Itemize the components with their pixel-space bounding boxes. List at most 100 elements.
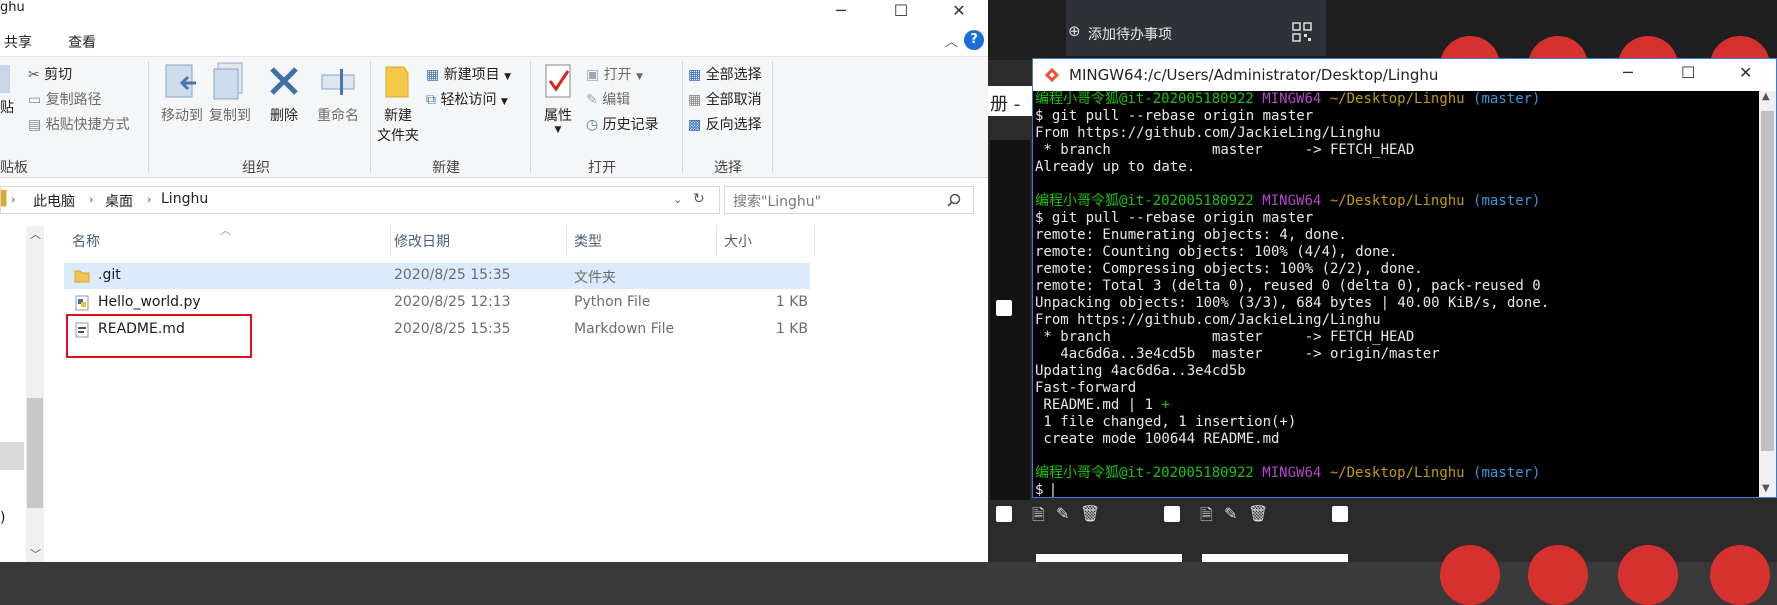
address-bar[interactable]: ▌ › 此电脑 › 桌面 › Linghu ⌄ ↻	[0, 186, 720, 214]
search-input[interactable]: 搜索"Linghu"	[733, 191, 821, 211]
group-label-clipboard: 贴板	[0, 160, 28, 176]
scroll-up-arrow-icon[interactable]: ︿	[30, 226, 41, 242]
column-divider[interactable]	[716, 226, 717, 256]
background-card	[1202, 554, 1348, 562]
nav-pane-item-fragment[interactable]: )	[0, 510, 5, 526]
column-divider[interactable]	[814, 226, 815, 256]
tab-view[interactable]: 查看	[68, 32, 96, 52]
column-date[interactable]: 修改日期	[394, 231, 450, 251]
terminal-scrollbar-thumb[interactable]	[1761, 111, 1774, 451]
add-icon[interactable]: ⊕	[1068, 22, 1081, 40]
prompt-path: ~/Desktop/Linghu	[1329, 193, 1465, 209]
properties-button[interactable]: 属性 ▼	[534, 61, 582, 135]
cut-button[interactable]: ✂ 剪切	[28, 64, 72, 84]
file-row[interactable]: .git 2020/8/25 15:35 文件夹	[64, 263, 810, 289]
terminal-line: * branch master -> FETCH_HEAD	[1035, 329, 1755, 346]
file-name[interactable]: .git	[98, 267, 121, 283]
chevron-down-icon[interactable]: ⌄	[673, 193, 682, 206]
terminal-text: 4ac6d6a..3e4cd5b master -> origin/master	[1035, 346, 1440, 362]
document-icon[interactable]: 🗎	[1200, 504, 1213, 531]
invert-selection-button[interactable]: ▩ 反向选择	[688, 114, 762, 134]
minimize-button[interactable]: ─	[1623, 63, 1633, 82]
breadcrumb-desktop[interactable]: 桌面	[105, 191, 133, 211]
scroll-down-arrow-icon[interactable]: ▼	[1762, 483, 1770, 494]
close-button[interactable]: ✕	[936, 0, 982, 26]
search-box[interactable]: 搜索"Linghu"	[724, 186, 974, 214]
maximize-button[interactable]: ☐	[1681, 63, 1695, 82]
column-headers: ︿ 名称 修改日期 类型 大小	[62, 224, 818, 256]
terminal-line: 编程小哥令狐@it-202005180922 MINGW64 ~/Desktop…	[1035, 193, 1755, 210]
breadcrumb-this-pc[interactable]: 此电脑	[33, 191, 75, 211]
prompt-env: MINGW64	[1262, 91, 1322, 107]
chevron-right-icon: ›	[11, 193, 16, 206]
select-all-button[interactable]: ▦ 全部选择	[688, 64, 762, 84]
maximize-button[interactable]: ☐	[878, 0, 924, 26]
chevron-right-icon: ›	[147, 193, 152, 206]
search-icon[interactable]	[947, 193, 961, 207]
terminal-line: create mode 100644 README.md	[1035, 431, 1755, 448]
column-size[interactable]: 大小	[724, 231, 752, 251]
refresh-icon[interactable]: ↻	[693, 191, 705, 207]
terminal-text: remote: Enumerating objects: 4, done.	[1035, 227, 1347, 243]
nav-pane-scrollbar[interactable]	[26, 226, 44, 562]
file-name[interactable]: Hello_world.py	[98, 294, 201, 310]
column-divider[interactable]	[390, 226, 391, 256]
terminal-line: Already up to date.	[1035, 159, 1755, 176]
copy-path-button[interactable]: ▭ 复制路径	[28, 89, 102, 109]
divider	[772, 61, 773, 173]
trash-icon[interactable]: 🗑	[1080, 504, 1100, 523]
scroll-down-arrow-icon[interactable]: ﹀	[30, 546, 41, 562]
add-todo-button[interactable]: 添加待办事项	[1088, 24, 1172, 44]
new-item-button[interactable]: ▦ 新建项目 ▼	[426, 64, 511, 84]
terminal-titlebar: MINGW64:/c/Users/Administrator/Desktop/L…	[1033, 59, 1776, 91]
tab-share[interactable]: 共享	[4, 32, 32, 52]
file-type: Markdown File	[574, 321, 675, 337]
file-row[interactable]: Hello_world.py 2020/8/25 12:13 Python Fi…	[64, 290, 810, 316]
delete-button[interactable]: 删除	[262, 61, 306, 125]
terminal-text: Already up to date.	[1035, 159, 1196, 175]
sort-ascending-icon: ︿	[220, 224, 231, 237]
breadcrumb-linghu[interactable]: Linghu	[161, 191, 208, 207]
ribbon: 贴 ✂ 剪切 ▭ 复制路径 ▤ 粘贴快捷方式 贴板 移动到 复制到 删除 重命名…	[0, 57, 988, 178]
trash-icon[interactable]: 🗑	[1248, 504, 1268, 523]
close-button[interactable]: ✕	[1739, 63, 1752, 82]
new-folder-button[interactable]: 新建 文件夹	[374, 61, 422, 145]
document-icon[interactable]: 🗎	[1032, 504, 1045, 531]
checkbox[interactable]	[996, 300, 1012, 316]
edit-icon[interactable]: ✎	[1056, 504, 1069, 523]
checkbox[interactable]	[996, 506, 1012, 522]
edit-icon: ✎	[586, 92, 598, 108]
column-name[interactable]: 名称	[72, 231, 100, 251]
edit-button[interactable]: ✎ 编辑	[586, 89, 630, 109]
divider	[370, 61, 371, 173]
checkbox[interactable]	[1164, 506, 1180, 522]
help-icon[interactable]: ?	[964, 30, 984, 50]
window-title: ghu	[0, 0, 25, 15]
terminal-text: Fast-forward	[1035, 380, 1137, 396]
terminal-text: * branch master -> FETCH_HEAD	[1035, 142, 1415, 158]
terminal-output[interactable]: 编程小哥令狐@it-202005180922 MINGW64 ~/Desktop…	[1033, 91, 1755, 498]
history-button[interactable]: ◷ 历史记录	[586, 114, 659, 134]
checkbox[interactable]	[1332, 506, 1348, 522]
column-divider[interactable]	[566, 226, 567, 256]
open-button[interactable]: ▣ 打开 ▼	[586, 64, 643, 84]
collapse-ribbon-icon[interactable]: ︿	[945, 31, 958, 50]
paste-shortcut-button[interactable]: ▤ 粘贴快捷方式	[28, 114, 130, 134]
select-none-button[interactable]: ▦ 全部取消	[688, 89, 762, 109]
background-thumbnail-strip	[990, 140, 1030, 500]
qr-code-icon[interactable]	[1292, 22, 1312, 42]
scroll-up-arrow-icon[interactable]: ▲	[1762, 91, 1770, 102]
nav-pane-scrollbar-thumb[interactable]	[27, 398, 43, 508]
nav-pane-selected-item[interactable]	[0, 442, 24, 470]
rename-button[interactable]: 重命名	[310, 61, 366, 125]
copy-to-button[interactable]: 复制到	[202, 61, 258, 125]
minimize-button[interactable]: ─	[818, 0, 864, 26]
file-size: 1 KB	[775, 294, 808, 310]
terminal-text: From https://github.com/JackieLing/Lingh…	[1035, 125, 1381, 141]
terminal-line: Unpacking objects: 100% (3/3), 684 bytes…	[1035, 295, 1755, 312]
column-type[interactable]: 类型	[574, 231, 602, 251]
easy-access-button[interactable]: ⧉ 轻松访问 ▼	[426, 89, 508, 109]
paste-button[interactable]: 贴	[0, 97, 14, 117]
edit-icon[interactable]: ✎	[1224, 504, 1237, 523]
